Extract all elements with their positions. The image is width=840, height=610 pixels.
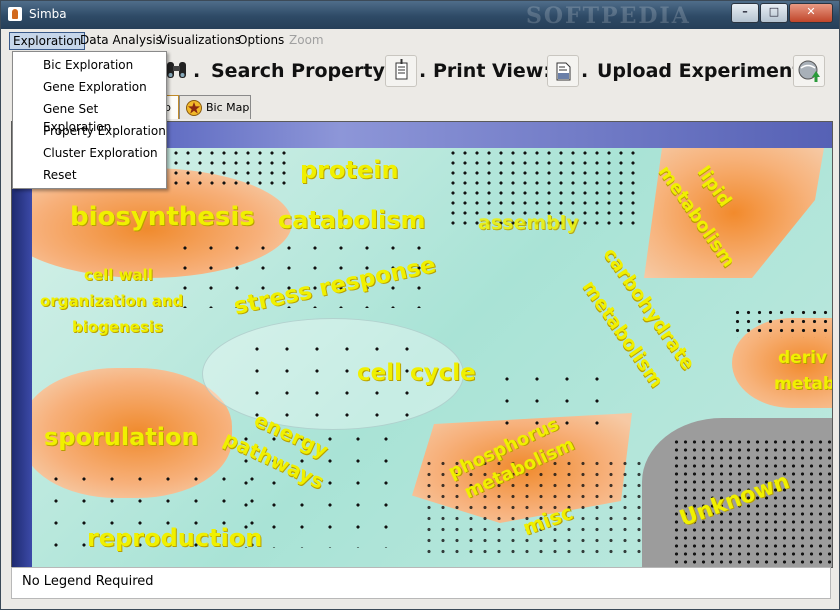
watermark: SOFTPEDIA bbox=[526, 3, 691, 29]
document-view-icon bbox=[556, 62, 571, 81]
toolbar-separator: . bbox=[581, 60, 589, 82]
title-bar[interactable]: Simba SOFTPEDIA – □ ✕ bbox=[1, 1, 839, 29]
java-app-icon bbox=[8, 7, 22, 21]
label-reproduction[interactable]: reproduction bbox=[87, 524, 262, 552]
menu-item-cluster-exploration[interactable]: Cluster Exploration bbox=[43, 144, 158, 162]
minimize-button[interactable]: – bbox=[731, 3, 759, 23]
menu-exploration[interactable]: Exploration bbox=[9, 32, 86, 50]
minimize-icon: – bbox=[742, 5, 748, 18]
menu-item-reset[interactable]: Reset bbox=[43, 166, 77, 184]
label-cell-cycle[interactable]: cell cycle bbox=[357, 360, 476, 386]
label-biosynthesis[interactable]: biosynthesis bbox=[70, 202, 255, 232]
app-window: Simba SOFTPEDIA – □ ✕ Exploration Data A… bbox=[0, 0, 840, 610]
label-metab[interactable]: metab bbox=[774, 374, 832, 394]
menu-bar: Exploration Data Analysis Visualizations… bbox=[1, 30, 839, 51]
bic-map-canvas[interactable]: protein biosynthesis catabolism assembly… bbox=[32, 148, 832, 567]
menu-options[interactable]: Options bbox=[235, 32, 287, 48]
label-cell-wall[interactable]: cell wall bbox=[84, 266, 153, 284]
print-document-icon bbox=[395, 59, 408, 80]
legend-text: No Legend Required bbox=[22, 574, 154, 589]
menu-item-gene-set-exploration[interactable]: Gene Set Exploration bbox=[43, 100, 166, 134]
close-icon: ✕ bbox=[806, 5, 816, 18]
view-button[interactable] bbox=[547, 55, 579, 87]
print-button[interactable] bbox=[385, 55, 417, 87]
upload-globe-icon bbox=[798, 60, 820, 82]
menu-zoom[interactable]: Zoom bbox=[286, 32, 327, 48]
window-title: Simba bbox=[29, 7, 67, 21]
search-property-label: Search Property: bbox=[211, 60, 393, 82]
upload-button[interactable] bbox=[793, 55, 825, 87]
label-biogenesis[interactable]: biogenesis bbox=[72, 318, 163, 336]
upload-experiment-label: Upload Experiment: bbox=[597, 60, 810, 82]
binoculars-icon[interactable] bbox=[164, 58, 190, 82]
print-view-label: Print View: bbox=[433, 60, 551, 82]
label-assembly[interactable]: assembly bbox=[478, 212, 579, 234]
maximize-icon: □ bbox=[768, 5, 780, 18]
menu-item-gene-exploration[interactable]: Gene Exploration bbox=[43, 78, 147, 96]
menu-item-bic-exploration[interactable]: Bic Exploration bbox=[43, 56, 133, 74]
exploration-dropdown-menu: Bic Exploration Gene Exploration Gene Se… bbox=[12, 51, 167, 189]
label-organization-and[interactable]: organization and bbox=[40, 292, 183, 310]
label-protein[interactable]: protein bbox=[300, 156, 399, 184]
tab-bic-map-label: Bic Map bbox=[206, 101, 250, 114]
label-deriv[interactable]: deriv bbox=[778, 348, 827, 368]
menu-data-analysis[interactable]: Data Analysis bbox=[77, 32, 165, 48]
toolbar-separator: . bbox=[193, 60, 201, 82]
legend-panel: No Legend Required bbox=[11, 567, 831, 599]
toolbar-separator: . bbox=[419, 60, 427, 82]
bic-map-icon bbox=[186, 100, 202, 116]
label-sporulation[interactable]: sporulation bbox=[44, 423, 199, 451]
label-catabolism[interactable]: catabolism bbox=[278, 206, 426, 234]
menu-item-property-exploration[interactable]: Property Exploration bbox=[43, 122, 166, 140]
tab-bic-map[interactable]: Bic Map bbox=[179, 95, 251, 119]
close-button[interactable]: ✕ bbox=[789, 3, 833, 23]
menu-visualizations[interactable]: Visualizations bbox=[156, 32, 244, 48]
maximize-button[interactable]: □ bbox=[760, 3, 788, 23]
